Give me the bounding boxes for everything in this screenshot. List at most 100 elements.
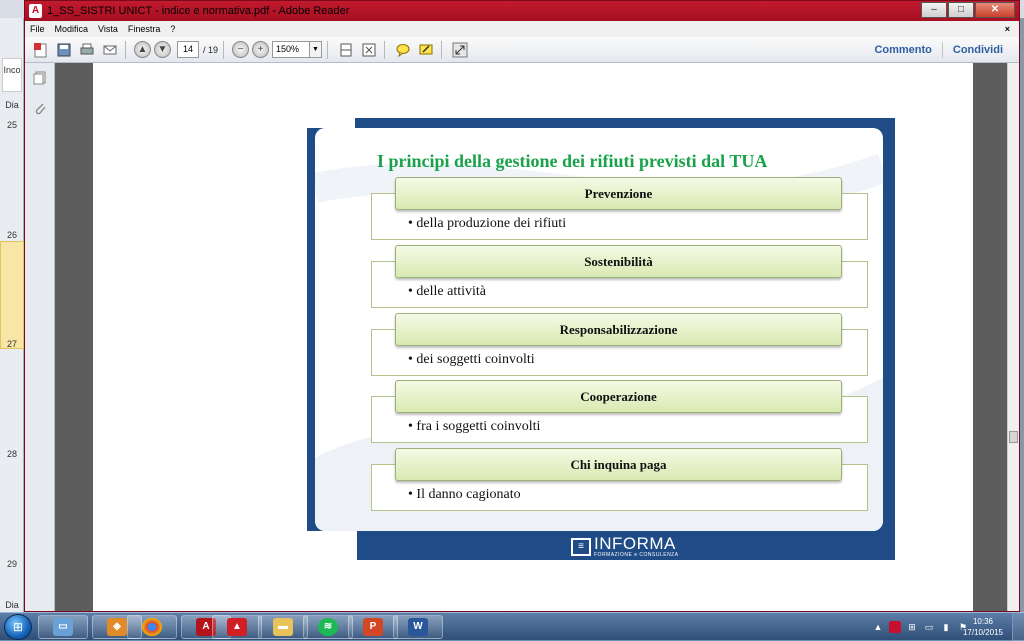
print-icon[interactable]	[77, 40, 97, 60]
slide-title: I principi della gestione dei rifiuti pr…	[377, 151, 768, 171]
principle-heading: Responsabilizzazione	[395, 313, 842, 346]
chevron-down-icon[interactable]: ▼	[310, 41, 323, 58]
fit-width-icon[interactable]	[336, 40, 356, 60]
principle-text: della produzione dei rifiuti	[416, 216, 567, 231]
pdf-page: I principi della gestione dei rifiuti pr…	[93, 63, 973, 611]
background-app-panel: Inco Dia 25 26 27 28 29 Dia	[0, 18, 24, 612]
principle-text: dei soggetti coinvolti	[416, 352, 535, 367]
logo-name: INFORMA	[594, 534, 676, 553]
tray-display-icon[interactable]: ▭	[923, 621, 935, 633]
principle-bullet: • della produzione dei rifiuti	[408, 216, 566, 232]
pdf-icon: A	[29, 4, 42, 18]
menu-help[interactable]: ?	[165, 21, 180, 37]
toolbar-separator	[327, 40, 329, 59]
reader-window: A 1_SS_SISTRI UNICT - indice e normativa…	[24, 0, 1020, 612]
principle-text: Il danno cagionato	[416, 487, 521, 502]
tray-expand-icon[interactable]: ▲	[872, 621, 884, 633]
toolbar-separator	[223, 40, 225, 59]
pages-icon[interactable]	[33, 71, 47, 85]
background-label: Dia	[5, 100, 19, 110]
menu-vista[interactable]: Vista	[93, 21, 123, 37]
principle-bullet: • Il danno cagionato	[408, 487, 521, 503]
explorer-icon: ▭	[53, 618, 73, 636]
chrome-icon	[142, 618, 162, 636]
logo-tagline: FORMAZIONE e CONSULENZA	[594, 552, 679, 558]
minimize-button[interactable]: –	[921, 2, 947, 18]
toolbar-separator	[384, 40, 386, 59]
taskbar-acrobat-reader[interactable]: ▲	[212, 615, 262, 639]
start-button[interactable]: ⊞	[4, 614, 32, 640]
create-pdf-icon[interactable]	[31, 40, 51, 60]
show-desktop-button[interactable]	[1012, 613, 1024, 641]
ruler-number: 29	[6, 559, 17, 569]
menu-finestra[interactable]: Finestra	[123, 21, 166, 37]
zoom-input[interactable]: 150%	[272, 41, 311, 58]
principle-bullet: • fra i soggetti coinvolti	[408, 419, 540, 435]
menu-modifica[interactable]: Modifica	[50, 21, 94, 37]
fit-page-icon[interactable]	[359, 40, 379, 60]
close-document-icon[interactable]: ×	[1000, 21, 1015, 37]
highlight-marker	[0, 241, 24, 349]
zoom-in-icon[interactable]: +	[252, 41, 270, 58]
vertical-scrollbar[interactable]	[1007, 63, 1019, 611]
maximize-button[interactable]: □	[948, 2, 974, 18]
toolbar-separator	[441, 40, 443, 59]
taskbar-chrome[interactable]	[127, 615, 177, 639]
taskbar-powerpoint[interactable]: P	[348, 615, 398, 639]
bullet-glyph: •	[408, 216, 413, 231]
page-number-input[interactable]: 14	[177, 41, 199, 58]
acrobat-reader-icon: ▲	[227, 618, 247, 636]
toolbar: ▲ ▼ 14 / 19 − + 150% ▼ Commento Condivid…	[25, 37, 1019, 63]
expand-icon[interactable]	[450, 40, 470, 60]
close-button[interactable]: ✕	[975, 2, 1015, 18]
navigation-panel	[25, 63, 55, 611]
page-total: / 19	[203, 44, 219, 55]
menu-file[interactable]: File	[25, 21, 50, 37]
bullet-glyph: •	[408, 487, 413, 502]
tray-network-icon[interactable]: ▮	[940, 621, 952, 633]
menu-bar: File Modifica Vista Finestra ? ×	[25, 21, 1019, 37]
save-icon[interactable]	[54, 40, 74, 60]
informa-logo: ≡ INFORMA FORMAZIONE e CONSULENZA	[571, 534, 679, 558]
scrollbar-thumb[interactable]	[1009, 431, 1018, 443]
logo-mark-icon: ≡	[571, 538, 591, 556]
principle-text: delle attività	[416, 284, 486, 299]
taskbar-folder[interactable]: ▬	[258, 615, 308, 639]
bullet-glyph: •	[408, 284, 413, 299]
zoom-out-icon[interactable]: −	[232, 41, 250, 58]
spotify-icon: ≋	[318, 618, 338, 636]
bullet-glyph: •	[408, 419, 413, 434]
toolbar-separator	[125, 40, 126, 59]
taskbar-explorer[interactable]: ▭	[38, 615, 88, 639]
principle-heading: Prevenzione	[395, 177, 842, 210]
app-icon: ◈	[107, 618, 127, 636]
folder-icon: ▬	[273, 618, 293, 636]
tray-acrobat-icon[interactable]	[889, 621, 901, 633]
powerpoint-icon: P	[363, 618, 383, 636]
title-bar[interactable]: A 1_SS_SISTRI UNICT - indice e normativa…	[25, 1, 1019, 21]
background-label: Dia	[5, 600, 19, 610]
next-page-icon[interactable]: ▼	[154, 41, 171, 58]
document-area: I principi della gestione dei rifiuti pr…	[55, 63, 1015, 611]
taskbar-word[interactable]: W	[393, 615, 443, 639]
taskbar-spotify[interactable]: ≋	[303, 615, 353, 639]
attachment-icon[interactable]	[33, 101, 47, 115]
window-title: 1_SS_SISTRI UNICT - indice e normativa.p…	[47, 5, 350, 17]
clock[interactable]: 10:36 17/10/2015	[960, 614, 1006, 640]
comment-bubble-icon[interactable]	[393, 40, 413, 60]
principle-heading: Sostenibilità	[395, 245, 842, 278]
principle-heading: Chi inquina paga	[395, 448, 842, 481]
ruler-number: 26	[6, 230, 17, 240]
previous-page-icon[interactable]: ▲	[134, 41, 151, 58]
taskbar: ⊞ ▭ ◈ A ▲ ▬ ≋ P W ▲ ⊞ ▭ ▮ ⚑ 10:36 17/10/…	[0, 612, 1024, 641]
comment-link[interactable]: Commento	[864, 44, 941, 56]
share-link[interactable]: Condividi	[943, 44, 1013, 56]
ruler-number: 27	[6, 339, 17, 349]
slide-body: I principi della gestione dei rifiuti pr…	[315, 128, 883, 531]
tray-windows-icon[interactable]: ⊞	[906, 621, 918, 633]
email-icon[interactable]	[100, 40, 120, 60]
word-icon: W	[408, 618, 428, 636]
highlight-icon[interactable]	[416, 40, 436, 60]
principle-bullet: • dei soggetti coinvolti	[408, 352, 535, 368]
principle-text: fra i soggetti coinvolti	[416, 419, 541, 434]
